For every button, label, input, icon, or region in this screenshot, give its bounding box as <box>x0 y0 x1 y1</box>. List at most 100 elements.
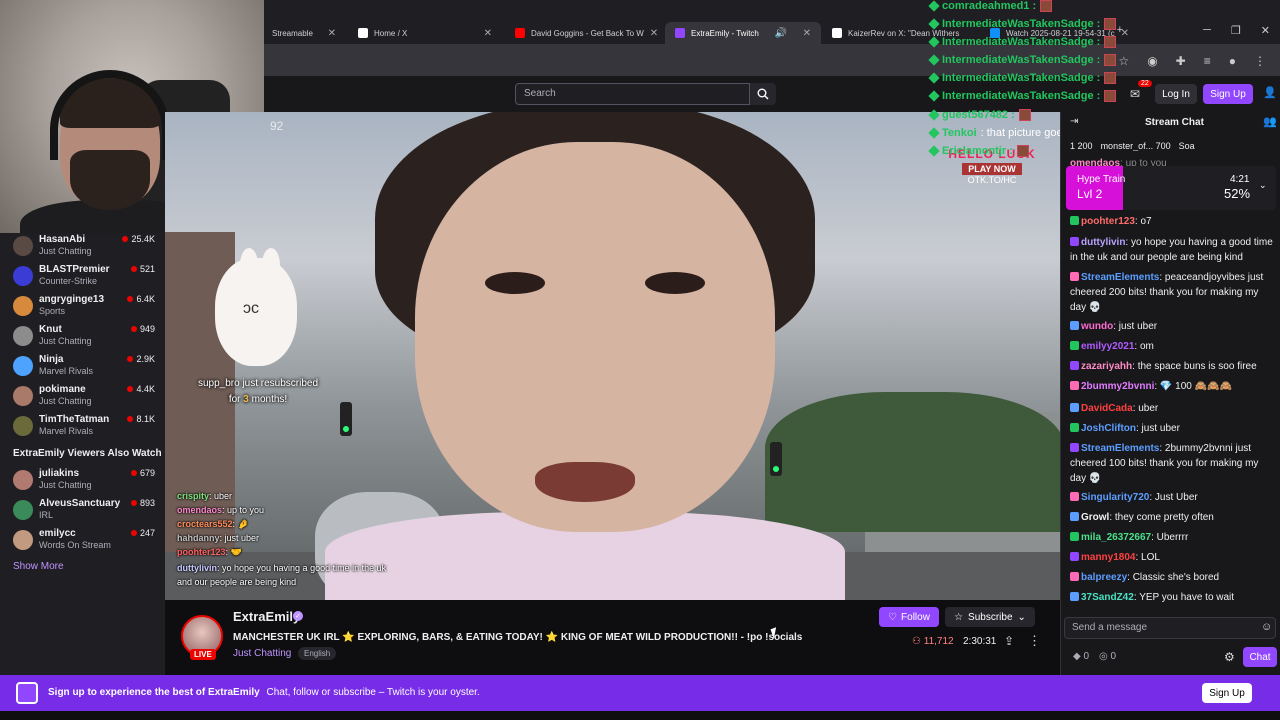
traffic-light <box>770 442 782 476</box>
overlay-chat-line: hahdanny: just uber <box>177 533 437 543</box>
sidebar-channel[interactable]: emilycc Words On Stream 247 <box>13 527 163 555</box>
channel-game: Just Chatting <box>39 396 92 406</box>
chat-username[interactable]: poohter123 <box>1081 216 1135 227</box>
chat-username[interactable]: wundo <box>1081 321 1113 332</box>
sidebar-channel[interactable]: HasanAbi Just Chatting 25.4K <box>13 233 163 261</box>
sidebar-channel[interactable]: juliakins Just Chatting 679 <box>13 467 163 495</box>
chat-title: Stream Chat <box>1145 117 1204 128</box>
more-options-icon[interactable]: ⋮ <box>1028 633 1041 649</box>
close-window-icon[interactable]: ✕ <box>1261 24 1270 37</box>
chat-username[interactable]: emilyy2021 <box>1081 341 1134 352</box>
restore-icon[interactable]: ❐ <box>1231 24 1241 37</box>
badge-icon <box>1070 443 1079 452</box>
profile-icon[interactable]: ● <box>1229 54 1236 68</box>
sidebar-channel[interactable]: angryginge13 Sports 6.4K <box>13 293 163 321</box>
kebab-icon[interactable]: ⋮ <box>1254 54 1266 68</box>
tab-twitch[interactable]: ExtraEmily - Twitch 🔊 ✕ <box>665 22 821 44</box>
chat-message: Singularity720: Just Uber <box>1070 490 1275 505</box>
chevron-down-icon[interactable]: ⌄ <box>1259 180 1267 191</box>
alert-chat-line: comradeahmed1 : <box>928 0 1053 12</box>
alert-chat-user: Tenkoi <box>942 127 977 139</box>
sidebar-channel[interactable]: BLASTPremier Counter-Strike 521 <box>13 263 163 291</box>
tab-label: Home / X <box>374 28 408 38</box>
collapse-chat-icon[interactable]: ⇥ <box>1070 116 1078 127</box>
show-more-link[interactable]: Show More <box>13 561 64 572</box>
login-button[interactable]: Log In <box>1155 84 1197 104</box>
overlay-chat-line: croctears552: 🤌 <box>177 519 437 530</box>
live-dot <box>127 386 134 392</box>
minimize-icon[interactable]: ─ <box>1203 24 1211 37</box>
alert-chat-user: guest567482 : <box>942 109 1015 121</box>
traffic-light <box>340 402 352 436</box>
sidebar-channel[interactable]: Ninja Marvel Rivals 2.9K <box>13 353 163 381</box>
chat-username[interactable]: mila_26372667 <box>1081 532 1151 543</box>
alert-chat-line: IntermediateWasTakenSadge : <box>928 72 1117 84</box>
search-button[interactable] <box>750 83 776 105</box>
chat-username[interactable]: manny1804 <box>1081 552 1135 563</box>
community-icon[interactable]: 👥 <box>1263 115 1277 128</box>
inbox-icon[interactable]: ✉ <box>1130 87 1140 101</box>
share-icon[interactable]: ⇪ <box>1004 634 1014 648</box>
chat-message-input[interactable]: Send a message <box>1064 617 1276 639</box>
chat-username[interactable]: zazariyahh <box>1081 361 1132 372</box>
chat-username[interactable]: balpreezy <box>1081 572 1127 583</box>
chat-username[interactable]: JoshClifton <box>1081 423 1136 434</box>
resub-for: for <box>228 394 241 405</box>
resub-text: just resubscribed <box>242 378 319 389</box>
ad-line3: OTK.TO/HC <box>967 175 1017 185</box>
chat-username[interactable]: 37SandZ42 <box>1081 592 1134 603</box>
chat-username[interactable]: 2bummy2bvnni <box>1081 381 1154 392</box>
follow-label: Follow <box>901 611 930 623</box>
streamer-name[interactable]: ExtraEmily <box>233 609 300 624</box>
tab-label: Streamable <box>272 28 313 38</box>
sidebar-channel[interactable]: pokimane Just Chatting 4.4K <box>13 383 163 411</box>
menu-icon[interactable]: ≡ <box>1204 54 1211 68</box>
sidebar-channel[interactable]: Knut Just Chatting 949 <box>13 323 163 351</box>
chat-username[interactable]: duttylivin <box>1081 237 1125 248</box>
language-tag[interactable]: English <box>298 647 337 660</box>
chat-text: : 💎 100 🙈🙈🙈 <box>1154 381 1232 392</box>
alert-chat-user: comradeahmed1 : <box>942 0 1037 12</box>
close-icon[interactable]: ✕ <box>484 28 492 39</box>
chat-username[interactable]: DavidCada <box>1081 403 1133 414</box>
stream-uptime: 2:30:31 <box>963 636 997 647</box>
chat-text: : they come pretty often <box>1109 512 1214 523</box>
star-icon[interactable]: ☆ <box>1118 54 1129 68</box>
subscribe-button[interactable]: ☆ Subscribe ⌄ <box>945 607 1035 627</box>
new-tab-button[interactable]: + <box>1117 24 1123 37</box>
speaker-icon[interactable]: 🔊 <box>775 28 787 39</box>
banner-signup-button[interactable]: Sign Up <box>1202 683 1252 703</box>
signup-button[interactable]: Sign Up <box>1203 84 1253 104</box>
chat-send-button[interactable]: Chat <box>1243 647 1277 667</box>
user-icon[interactable]: 👤 <box>1263 86 1277 99</box>
tab-streamable[interactable]: Streamable ✕ <box>262 22 346 44</box>
chat-text: : the space buns is soo firee <box>1132 361 1257 372</box>
sidebar-channel[interactable]: AlveusSanctuary IRL 893 <box>13 497 163 525</box>
channel-points[interactable]: ◆ 0 ◎ 0 <box>1073 651 1116 662</box>
channel-viewers: 8.1K <box>127 414 155 424</box>
search-input[interactable]: Search <box>515 83 750 105</box>
close-icon[interactable]: ✕ <box>650 28 658 39</box>
gear-icon[interactable]: ⚙ <box>1224 650 1235 664</box>
extension-icon[interactable]: ◉ <box>1147 54 1157 68</box>
puzzle-icon[interactable]: ✚ <box>1176 54 1186 68</box>
chat-username[interactable]: StreamElements <box>1081 272 1159 283</box>
chat-username[interactable]: Singularity720 <box>1081 492 1149 503</box>
chat-username[interactable]: StreamElements <box>1081 443 1159 454</box>
chat-message: emilyy2021: om <box>1070 339 1275 354</box>
channel-name: angryginge13 <box>39 294 105 305</box>
close-icon[interactable]: ✕ <box>328 28 336 39</box>
follow-button[interactable]: ♡ Follow <box>879 607 939 627</box>
tab-x-home[interactable]: Home / X ✕ <box>348 22 502 44</box>
live-dot <box>130 500 137 506</box>
chat-username[interactable]: Growl <box>1081 512 1109 523</box>
bits-leaderboard[interactable]: 1 200 monster_of... 700 Soa <box>1070 141 1280 151</box>
sidebar-channel[interactable]: TimTheTatman Marvel Rivals 8.1K <box>13 413 163 441</box>
channel-avatar <box>13 530 33 550</box>
tab-youtube[interactable]: David Goggins - Get Back To W ✕ <box>505 22 663 44</box>
category-link[interactable]: Just Chatting <box>233 648 291 659</box>
ad-line2: PLAY NOW <box>962 163 1022 175</box>
close-icon[interactable]: ✕ <box>803 28 811 39</box>
emote-picker-icon[interactable]: ☺ <box>1261 621 1272 633</box>
channel-avatar <box>13 416 33 436</box>
